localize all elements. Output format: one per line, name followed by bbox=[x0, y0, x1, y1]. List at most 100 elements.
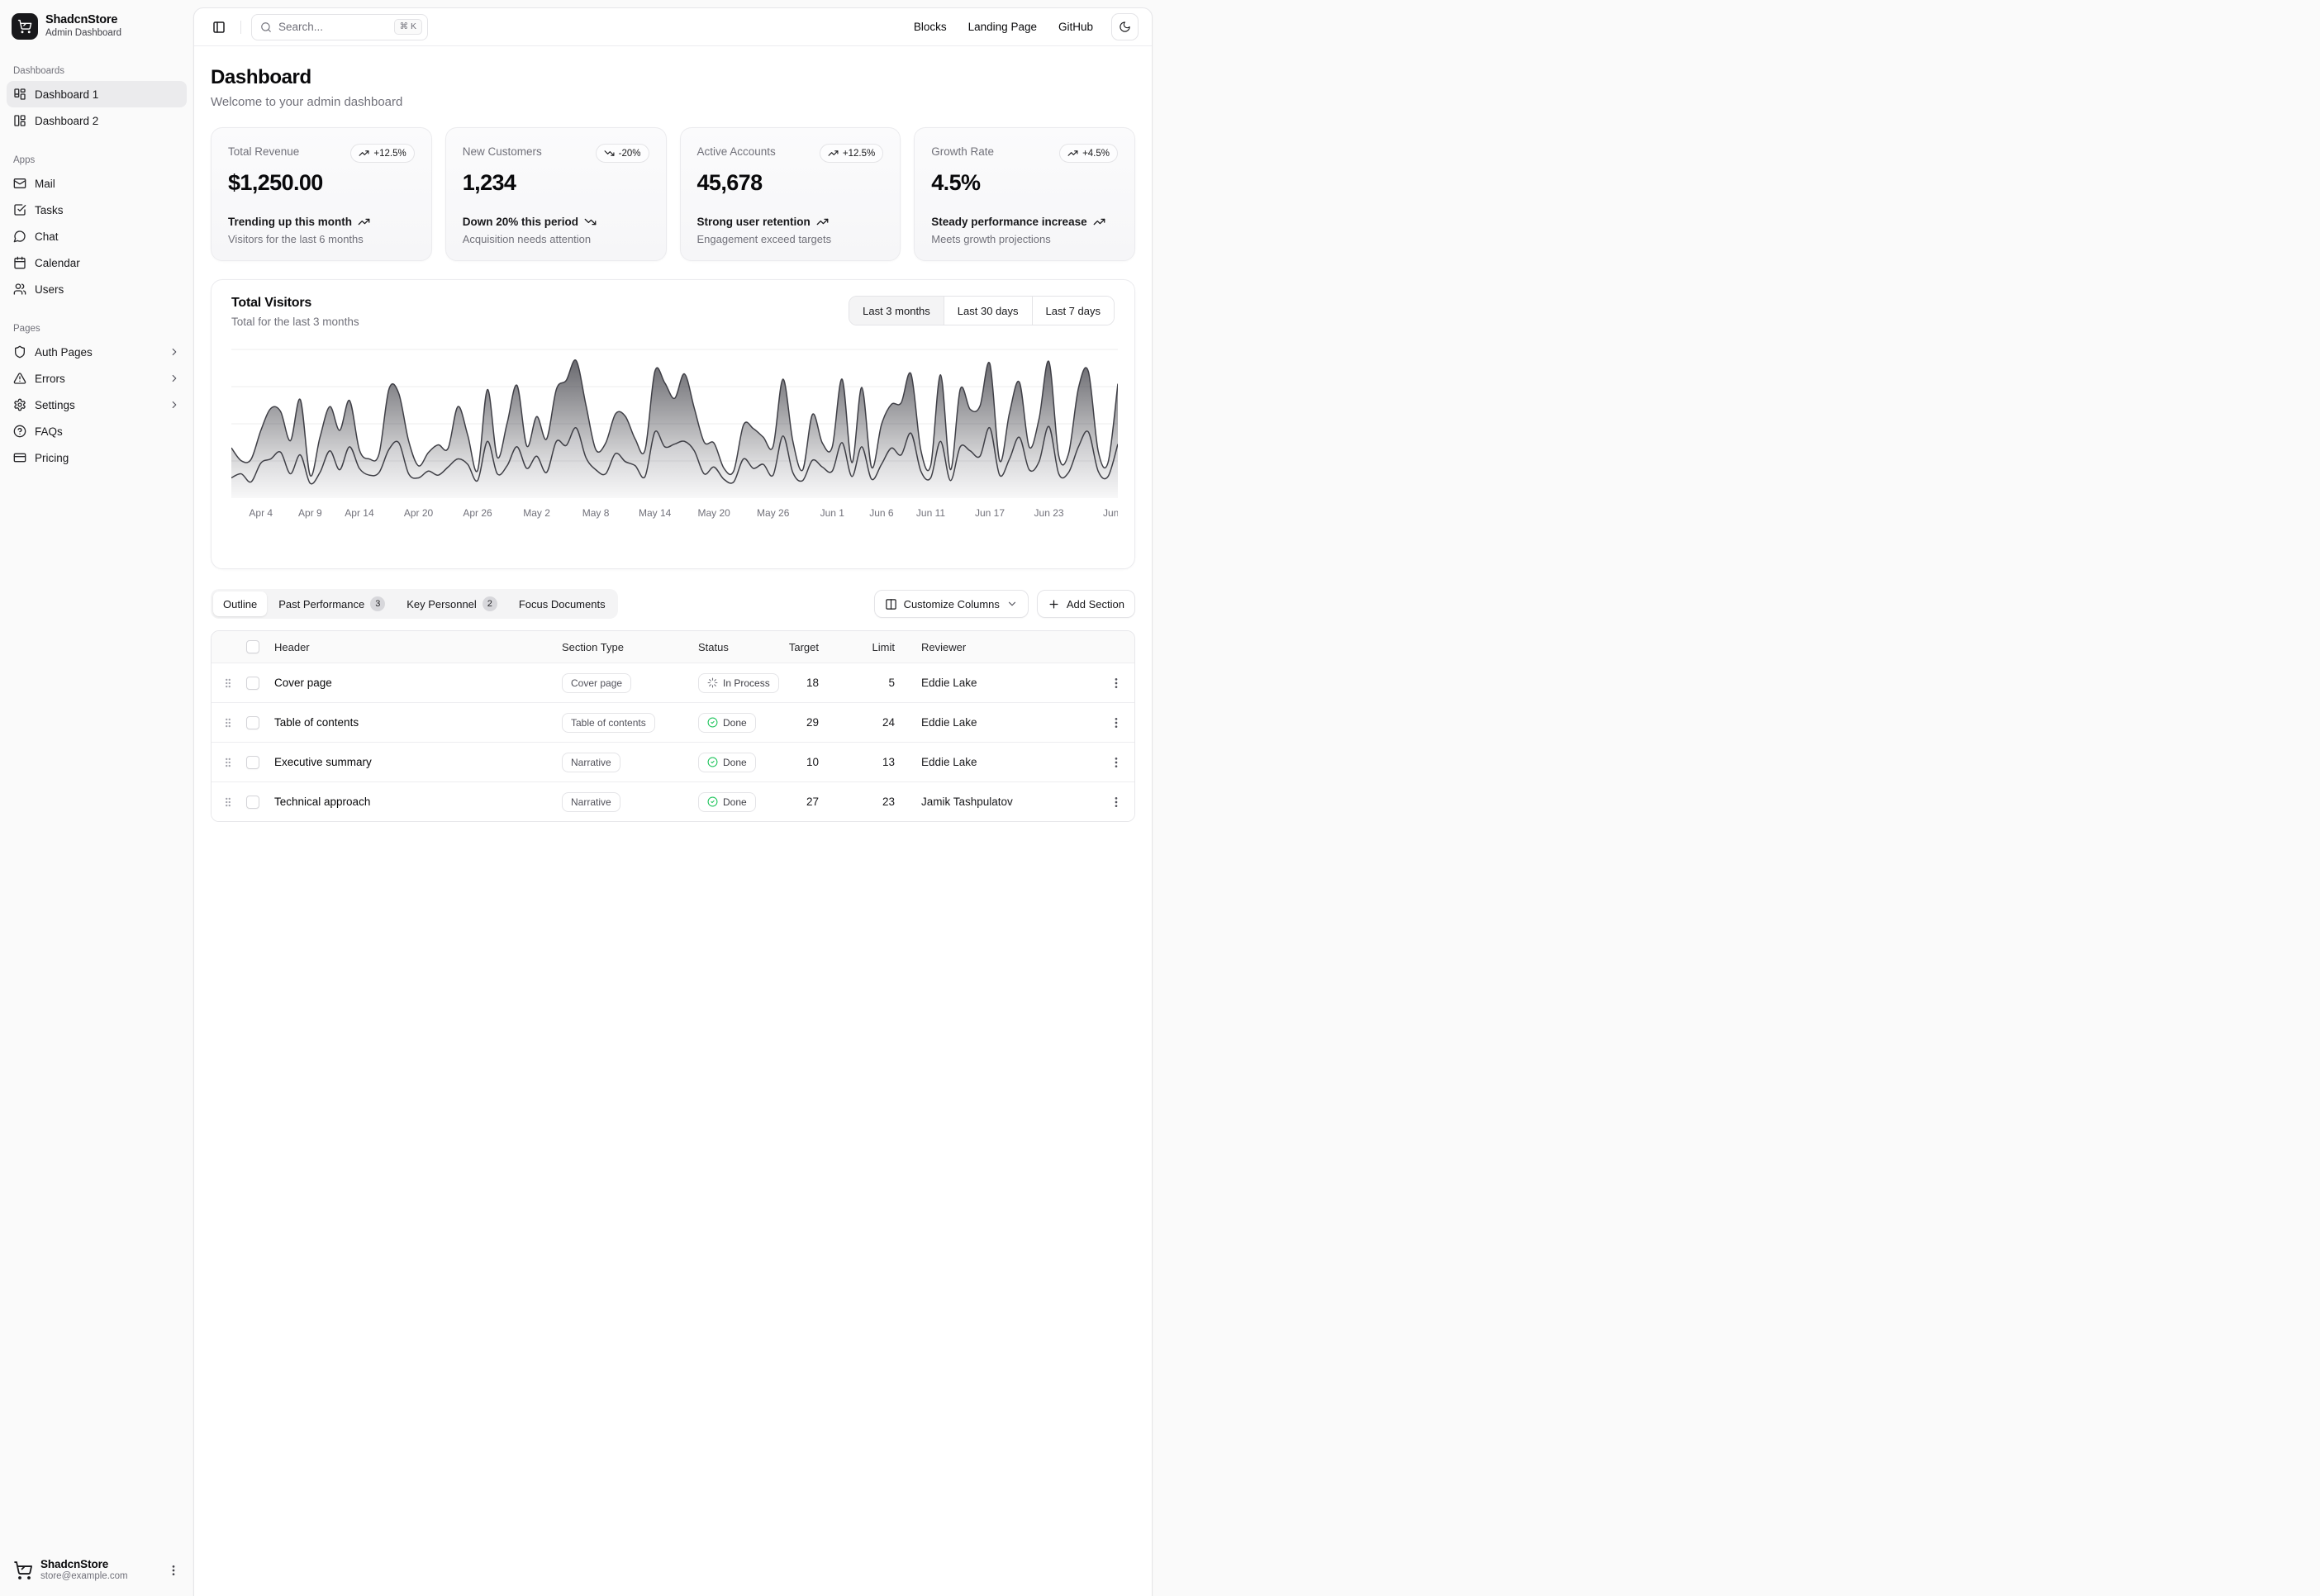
range-last-3-months[interactable]: Last 3 months bbox=[849, 297, 944, 325]
sidebar-item-settings[interactable]: Settings bbox=[7, 392, 187, 418]
customize-columns-button[interactable]: Customize Columns bbox=[874, 590, 1029, 618]
sidebar: ShadcnStore Admin Dashboard Dashboards Da… bbox=[0, 0, 193, 1596]
top-link-landing-page[interactable]: Landing Page bbox=[968, 21, 1037, 33]
stat-footnote: Visitors for the last 6 months bbox=[228, 233, 415, 245]
tab-past-performance[interactable]: Past Performance3 bbox=[269, 591, 395, 616]
target-value[interactable]: 18 bbox=[806, 677, 819, 689]
column-header-limit: Limit bbox=[872, 641, 895, 653]
stat-footline: Steady performance increase bbox=[931, 216, 1118, 228]
status-badge: Done bbox=[698, 713, 756, 733]
row-checkbox[interactable] bbox=[246, 677, 259, 690]
layout-dashboard-icon bbox=[13, 88, 26, 101]
row-checkbox[interactable] bbox=[246, 716, 259, 729]
stat-footnote: Acquisition needs attention bbox=[463, 233, 649, 245]
column-header-reviewer: Reviewer bbox=[921, 641, 966, 653]
settings-icon bbox=[13, 398, 26, 411]
stat-card-new-customers: New Customers-20%1,234Down 20% this peri… bbox=[445, 127, 667, 261]
row-checkbox[interactable] bbox=[246, 796, 259, 809]
row-actions-button[interactable] bbox=[1100, 716, 1133, 729]
status-text: Done bbox=[723, 717, 747, 729]
tab-key-personnel[interactable]: Key Personnel2 bbox=[397, 591, 507, 616]
page-title: Dashboard bbox=[211, 66, 1135, 89]
top-link-github[interactable]: GitHub bbox=[1058, 21, 1093, 33]
sidebar-item-dashboard-1[interactable]: Dashboard 1 bbox=[7, 81, 187, 107]
top-link-blocks[interactable]: Blocks bbox=[914, 21, 947, 33]
select-all-checkbox[interactable] bbox=[246, 640, 259, 653]
target-value[interactable]: 29 bbox=[806, 716, 819, 729]
sidebar-item-pricing[interactable]: Pricing bbox=[7, 444, 187, 471]
sidebar-item-label: Chat bbox=[35, 230, 180, 243]
limit-value[interactable]: 13 bbox=[882, 756, 895, 768]
sidebar-group-label: Dashboards bbox=[7, 63, 187, 79]
row-actions-button[interactable] bbox=[1100, 677, 1133, 690]
sidebar-item-users[interactable]: Users bbox=[7, 276, 187, 302]
grip-vertical-icon[interactable] bbox=[213, 677, 243, 689]
stat-footnote: Meets growth projections bbox=[931, 233, 1118, 245]
sidebar-nav: DashboardsDashboard 1Dashboard 2AppsMail… bbox=[7, 63, 187, 471]
svg-text:May 14: May 14 bbox=[639, 507, 672, 519]
sidebar-item-auth-pages[interactable]: Auth Pages bbox=[7, 339, 187, 365]
limit-value[interactable]: 24 bbox=[882, 716, 895, 729]
svg-text:Apr 9: Apr 9 bbox=[298, 507, 322, 519]
sidebar-item-errors[interactable]: Errors bbox=[7, 365, 187, 392]
credit-card-icon bbox=[13, 451, 26, 464]
grip-vertical-icon[interactable] bbox=[213, 796, 243, 808]
section-type-badge: Cover page bbox=[562, 673, 631, 693]
sidebar-item-dashboard-2[interactable]: Dashboard 2 bbox=[7, 107, 187, 134]
row-checkbox[interactable] bbox=[246, 756, 259, 769]
triangle-alert-icon bbox=[13, 372, 26, 385]
row-actions-button[interactable] bbox=[1100, 796, 1133, 809]
table-row-technical-approach: Technical approachNarrativeDone2723Jamik… bbox=[212, 781, 1134, 821]
target-value[interactable]: 10 bbox=[806, 756, 819, 768]
add-section-label: Add Section bbox=[1067, 598, 1124, 610]
account-email: store@example.com bbox=[40, 1571, 159, 1583]
customize-columns-label: Customize Columns bbox=[904, 598, 1000, 610]
reviewer-name: Eddie Lake bbox=[921, 677, 977, 689]
limit-value[interactable]: 23 bbox=[882, 796, 895, 808]
range-last-7-days[interactable]: Last 7 days bbox=[1032, 297, 1115, 325]
limit-value[interactable]: 5 bbox=[888, 677, 895, 689]
tab-outline[interactable]: Outline bbox=[213, 591, 267, 616]
stat-footline: Down 20% this period bbox=[463, 216, 649, 228]
sidebar-item-faqs[interactable]: FAQs bbox=[7, 418, 187, 444]
sidebar-toggle-button[interactable] bbox=[207, 16, 231, 39]
sidebar-item-chat[interactable]: Chat bbox=[7, 223, 187, 249]
circle-help-icon bbox=[13, 425, 26, 438]
page-content: Dashboard Welcome to your admin dashboar… bbox=[194, 46, 1152, 1596]
target-value[interactable]: 27 bbox=[806, 796, 819, 808]
column-header-status: Status bbox=[698, 641, 729, 653]
stat-label: Growth Rate bbox=[931, 144, 994, 158]
stat-value: $1,250.00 bbox=[228, 170, 415, 196]
shopping-cart-icon bbox=[13, 1560, 33, 1580]
row-header-text[interactable]: Table of contents bbox=[274, 716, 359, 729]
sidebar-footer-account[interactable]: ShadcnStore store@example.com bbox=[7, 1553, 187, 1588]
area-chart: Apr 4Apr 9Apr 14Apr 20Apr 26May 2May 8Ma… bbox=[231, 341, 1115, 525]
ellipsis-vertical-icon[interactable] bbox=[167, 1564, 180, 1577]
chevron-right-icon bbox=[169, 399, 180, 411]
search-box[interactable]: ⌘ K bbox=[251, 14, 428, 40]
stat-footline: Trending up this month bbox=[228, 216, 415, 228]
sections-toolbar: OutlinePast Performance3Key Personnel2Fo… bbox=[211, 589, 1135, 619]
row-actions-button[interactable] bbox=[1100, 756, 1133, 769]
range-last-30-days[interactable]: Last 30 days bbox=[944, 297, 1032, 325]
section-tabs: OutlinePast Performance3Key Personnel2Fo… bbox=[211, 589, 618, 619]
tab-focus-documents[interactable]: Focus Documents bbox=[509, 591, 616, 616]
theme-toggle-button[interactable] bbox=[1111, 13, 1139, 40]
sidebar-item-tasks[interactable]: Tasks bbox=[7, 197, 187, 223]
grip-vertical-icon[interactable] bbox=[213, 717, 243, 729]
stat-badge-value: +12.5% bbox=[373, 149, 406, 159]
sidebar-item-mail[interactable]: Mail bbox=[7, 170, 187, 197]
reviewer-name: Jamik Tashpulatov bbox=[921, 796, 1013, 808]
tab-label: Past Performance bbox=[278, 598, 364, 610]
grip-vertical-icon[interactable] bbox=[213, 757, 243, 768]
row-header-text[interactable]: Executive summary bbox=[274, 756, 372, 768]
add-section-button[interactable]: Add Section bbox=[1037, 590, 1135, 618]
sidebar-item-calendar[interactable]: Calendar bbox=[7, 249, 187, 276]
row-header-text[interactable]: Cover page bbox=[274, 677, 332, 689]
sidebar-item-label: Auth Pages bbox=[35, 346, 160, 359]
moon-icon bbox=[1119, 21, 1131, 33]
trending-down-icon bbox=[584, 216, 597, 228]
search-input[interactable] bbox=[278, 21, 387, 33]
sidebar-header[interactable]: ShadcnStore Admin Dashboard bbox=[7, 8, 187, 45]
row-header-text[interactable]: Technical approach bbox=[274, 796, 370, 808]
